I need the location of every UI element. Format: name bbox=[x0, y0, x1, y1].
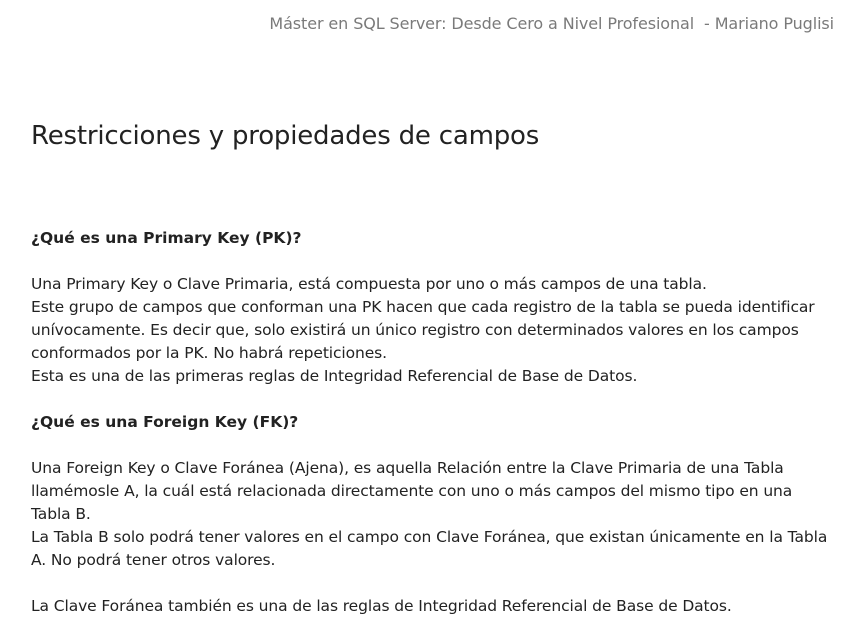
section-primary-key: ¿Qué es una Primary Key (PK)? Una Primar… bbox=[31, 227, 841, 388]
paragraph: Una Primary Key o Clave Primaria, está c… bbox=[31, 273, 841, 388]
paragraph-line: A. No podrá tener otros valores. bbox=[31, 551, 276, 569]
section-heading: ¿Qué es una Primary Key (PK)? bbox=[31, 229, 302, 247]
paragraph: Una Foreign Key o Clave Foránea (Ajena),… bbox=[31, 457, 841, 572]
page-title: Restricciones y propiedades de campos bbox=[31, 121, 540, 151]
paragraph-line: unívocamente. Es decir que, solo existir… bbox=[31, 321, 799, 339]
paragraph-line: Esta es una de las primeras reglas de In… bbox=[31, 367, 638, 385]
document-body: ¿Qué es una Primary Key (PK)? Una Primar… bbox=[31, 227, 841, 618]
section-heading: ¿Qué es una Foreign Key (FK)? bbox=[31, 413, 299, 431]
paragraph-line: conformados por la PK. No habrá repetici… bbox=[31, 344, 387, 362]
closing-paragraph: La Clave Foránea también es una de las r… bbox=[31, 597, 732, 615]
paragraph-line: llamémosle A, la cuál está relacionada d… bbox=[31, 482, 793, 500]
paragraph-line: La Tabla B solo podrá tener valores en e… bbox=[31, 528, 828, 546]
course-header: Máster en SQL Server: Desde Cero a Nivel… bbox=[269, 14, 834, 33]
paragraph-line: Una Foreign Key o Clave Foránea (Ajena),… bbox=[31, 459, 784, 477]
paragraph-line: Una Primary Key o Clave Primaria, está c… bbox=[31, 275, 707, 293]
section-foreign-key: ¿Qué es una Foreign Key (FK)? Una Foreig… bbox=[31, 411, 841, 618]
paragraph-line: Tabla B. bbox=[31, 505, 91, 523]
paragraph-line: Este grupo de campos que conforman una P… bbox=[31, 298, 815, 316]
